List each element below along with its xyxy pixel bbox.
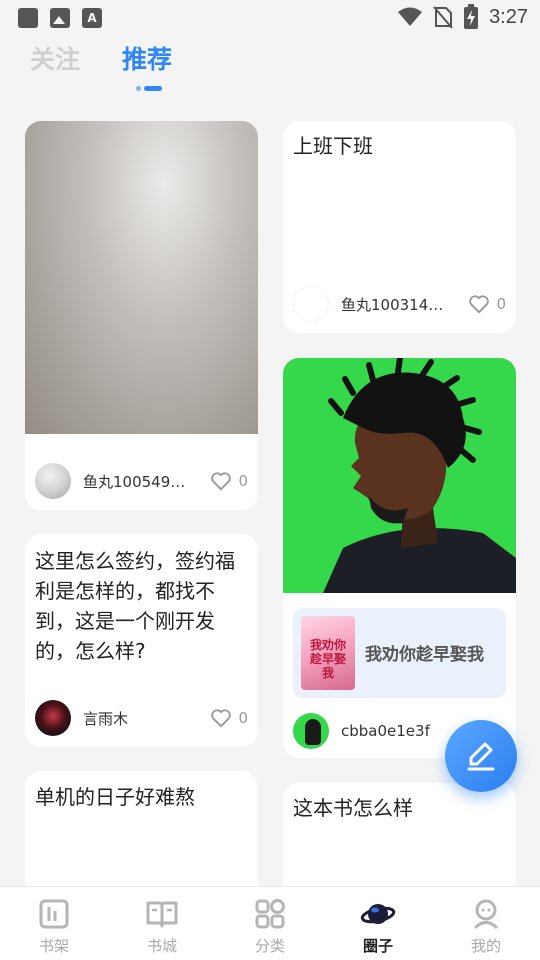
nav-label: 圈子: [362, 937, 393, 955]
wifi-icon: [398, 7, 423, 26]
post-footer: 鱼丸100314… 0: [293, 285, 506, 323]
stop-icon: [18, 8, 38, 28]
clock: 3:27: [489, 5, 528, 28]
portrait-illustration: [323, 358, 516, 593]
like-button[interactable]: 0: [468, 294, 506, 314]
like-count: 0: [238, 472, 248, 490]
heart-icon: [469, 295, 490, 314]
post-title: 上班下班: [293, 134, 373, 158]
nav-label: 我的: [470, 937, 501, 955]
heart-icon: [211, 472, 232, 491]
system-icons: 3:27: [397, 4, 528, 30]
post-card[interactable]: 上班下班 鱼丸100314… 0: [283, 121, 516, 333]
profile-icon: [473, 899, 499, 930]
notification-icons: A: [18, 8, 102, 28]
tab-recommended[interactable]: 推荐: [122, 40, 172, 76]
post-title: 这里怎么签约，签约福利是怎样的，都找不到，这是一个刚开发的，怎么样?: [35, 549, 235, 663]
feed-tabs: 关注 推荐: [30, 40, 172, 76]
bookshelf-icon: [39, 899, 69, 929]
like-count: 0: [496, 295, 506, 313]
write-post-button[interactable]: [445, 720, 517, 792]
book-cover: 我劝你趁早娶我: [301, 616, 355, 690]
pencil-icon: [467, 742, 495, 771]
linked-book[interactable]: 我劝你趁早娶我 我劝你趁早娶我: [293, 608, 506, 698]
nav-profile[interactable]: 我的: [432, 887, 540, 960]
nav-label: 分类: [254, 937, 285, 955]
post-card[interactable]: 我劝你趁早娶我 我劝你趁早娶我 cbba0e1e3f: [283, 358, 516, 758]
nav-bookshelf[interactable]: 书架: [0, 887, 108, 960]
post-card[interactable]: 鱼丸100549… 0: [25, 121, 258, 510]
bottom-nav: 书架 书城 分类 圈子 我的: [0, 886, 540, 960]
nav-bookstore[interactable]: 书城: [108, 887, 216, 960]
grid-icon: [255, 899, 285, 929]
no-sim-icon: [433, 6, 453, 29]
avatar[interactable]: [35, 700, 71, 736]
post-title: 单机的日子好难熬: [35, 785, 195, 809]
post-footer: 言雨木 0: [35, 699, 248, 737]
font-icon: A: [82, 8, 102, 28]
avatar[interactable]: [293, 713, 329, 749]
like-button[interactable]: 0: [210, 708, 248, 728]
book-title: 我劝你趁早娶我: [365, 645, 484, 665]
avatar[interactable]: [35, 463, 71, 499]
image-icon: [50, 8, 70, 28]
avatar[interactable]: [293, 286, 329, 322]
post-image: [25, 121, 258, 434]
open-book-icon: [146, 901, 178, 928]
post-image: [283, 358, 516, 593]
post-footer: 鱼丸100549… 0: [35, 462, 248, 500]
author-name[interactable]: 鱼丸100549…: [83, 471, 210, 492]
battery-charging-icon: [464, 4, 479, 29]
nav-label: 书架: [38, 937, 69, 955]
tab-following[interactable]: 关注: [30, 40, 80, 76]
heart-icon: [211, 709, 232, 728]
nav-label: 书城: [146, 937, 177, 955]
nav-circles[interactable]: 圈子: [324, 887, 432, 960]
author-name[interactable]: 言雨木: [83, 708, 210, 729]
post-title: 这本书怎么样: [293, 796, 413, 820]
like-count: 0: [238, 709, 248, 727]
nav-categories[interactable]: 分类: [216, 887, 324, 960]
active-tab-indicator: [136, 86, 162, 91]
planet-icon: [360, 904, 396, 924]
author-name[interactable]: 鱼丸100314…: [341, 294, 468, 315]
post-card[interactable]: 这里怎么签约，签约福利是怎样的，都找不到，这是一个刚开发的，怎么样? 言雨木 0: [25, 534, 258, 747]
like-button[interactable]: 0: [210, 471, 248, 491]
book-cover-title: 我劝你趁早娶我: [309, 638, 346, 680]
status-bar: A 3:27: [0, 0, 540, 36]
